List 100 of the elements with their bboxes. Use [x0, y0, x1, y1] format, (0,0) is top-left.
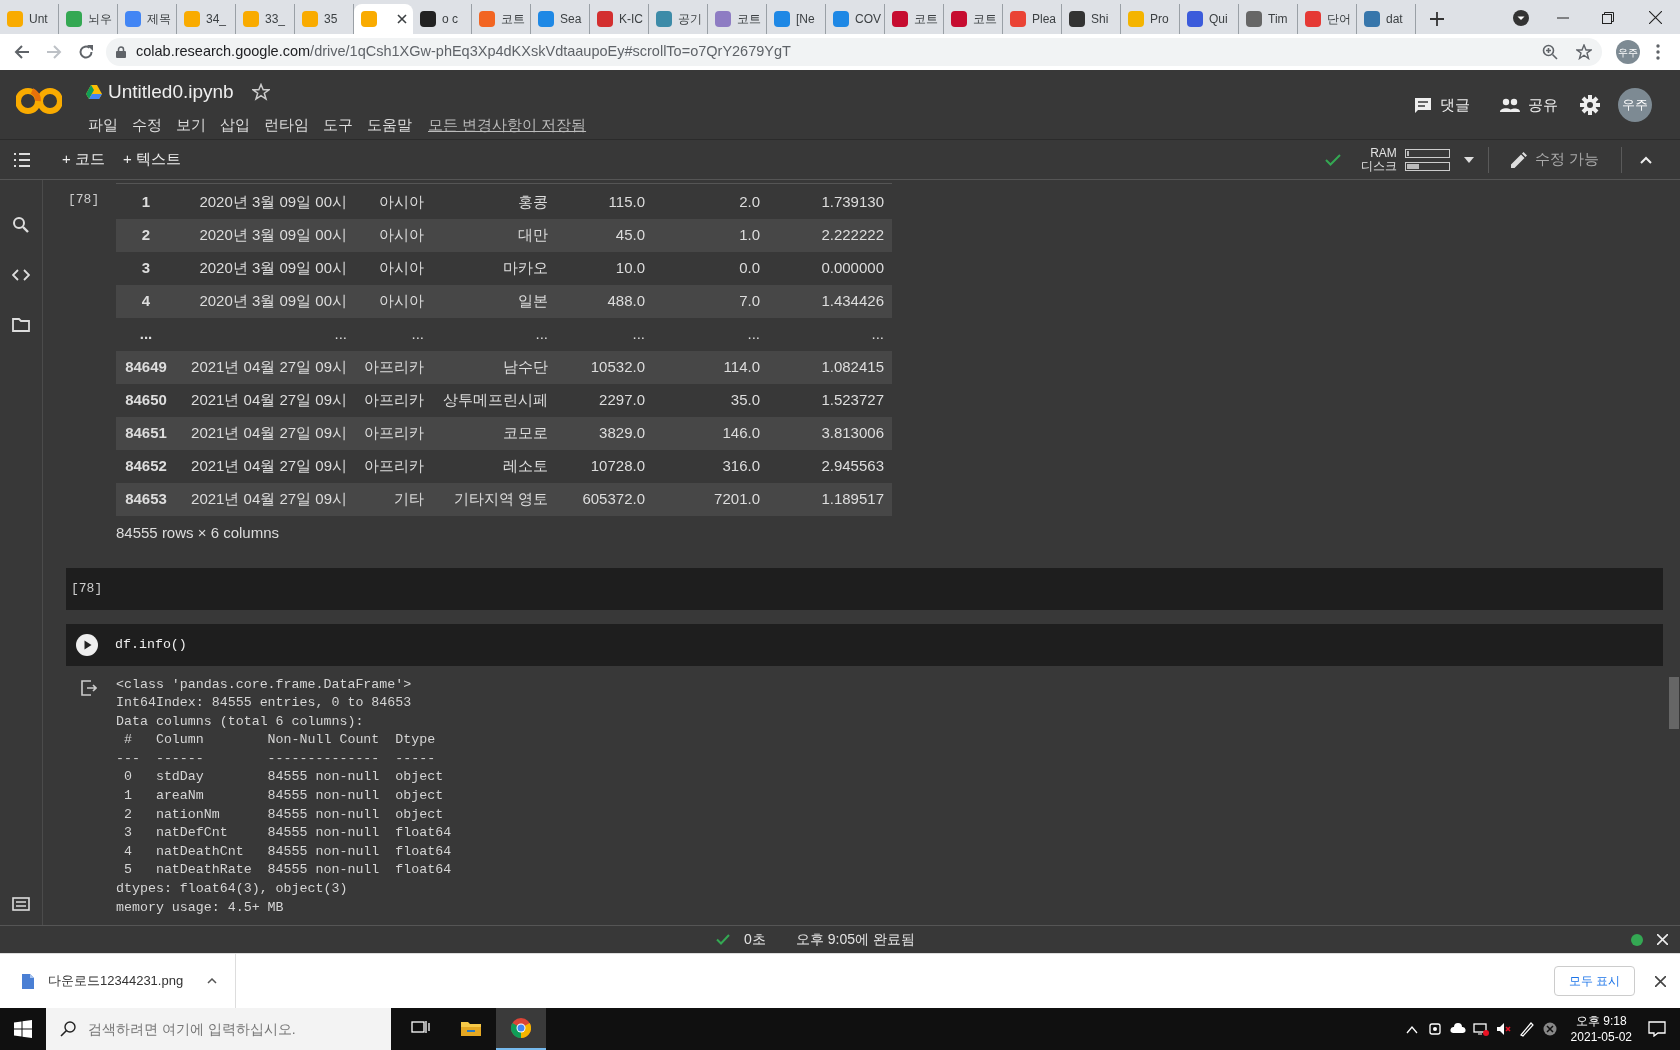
table-cell: 7201.0 — [653, 483, 768, 516]
show-all-button[interactable]: 모두 표시 — [1553, 966, 1635, 996]
row-index: 84652 — [116, 450, 176, 483]
menu-item[interactable]: 런타임 — [258, 113, 315, 139]
profile-avatar[interactable]: 우주 — [1616, 40, 1640, 64]
folder-icon[interactable] — [12, 316, 30, 334]
notebook-title[interactable]: Untitled0.ipynb — [108, 77, 234, 107]
caret-icon[interactable] — [1463, 156, 1474, 163]
table-cell: 0.0 — [653, 252, 768, 285]
menu-item[interactable]: 삽입 — [214, 113, 256, 139]
resource-label: 디스크 — [1360, 159, 1397, 173]
row-index: 84653 — [116, 483, 176, 516]
table-cell: ... — [355, 318, 432, 351]
save-status-link[interactable]: 모든 변경사항이 저장됨 — [422, 113, 593, 139]
menu-item[interactable]: 도구 — [317, 113, 359, 139]
edit-mode-button[interactable]: 수정 가능 — [1506, 146, 1603, 173]
user-avatar[interactable]: 우주 — [1618, 88, 1652, 122]
table-cell: 대만 — [432, 219, 556, 252]
table-cell: 2.945563 — [768, 450, 892, 483]
output-line: dtypes: float64(3), object(3) — [116, 880, 349, 899]
meeting-icon[interactable] — [1426, 1021, 1443, 1037]
table-cell: 아시아 — [355, 186, 432, 219]
address-bar[interactable]: colab.research.google.com/drive/1qCsh1XGw-phEq3Xp4dKXskVdtaaupoEy#scrollTo=o7QrY2679YgT — [106, 38, 1602, 66]
table-cell: ... — [768, 318, 892, 351]
table-cell: 레소토 — [432, 450, 556, 483]
table-cell: 1.739130 — [768, 186, 892, 219]
table-cell: 2020년 3월 09일 00시 — [176, 252, 355, 285]
output-line: 4 natDeathCnt 84555 non-null float64 — [122, 842, 452, 861]
table-cell: ... — [432, 318, 556, 351]
output-line: <class 'pandas.core.frame.DataFrame'> — [116, 675, 413, 694]
more-icon[interactable] — [1656, 44, 1660, 60]
insert-button[interactable]: + 코드 — [56, 146, 111, 173]
network-icon[interactable] — [1472, 1021, 1489, 1037]
settings-icon[interactable] — [1580, 95, 1600, 115]
table-cell: 0.000000 — [768, 252, 892, 285]
row-index: 2 — [116, 219, 176, 252]
table-cell: 1.082415 — [768, 351, 892, 384]
output-line: 2 nationNm 84555 non-null object — [122, 805, 445, 824]
table-cell: 2021년 04월 27일 09시 — [176, 351, 355, 384]
restore-icon[interactable] — [1602, 12, 1614, 24]
table-cell: 45.0 — [556, 219, 653, 252]
table-cell: 1.0 — [653, 219, 768, 252]
header-button[interactable]: 댓글 — [1406, 89, 1478, 121]
colab-logo[interactable] — [16, 85, 62, 117]
table-cell: 2297.0 — [556, 384, 653, 417]
clock[interactable]: 오후 9:18 2021-05-02 — [1570, 1013, 1632, 1045]
collapse-icon[interactable] — [1640, 155, 1652, 164]
code-line[interactable]: df.info() — [115, 634, 187, 655]
table-cell: 115.0 — [556, 186, 653, 219]
output-line: 5 natDeathRate 84555 non-null float64 — [122, 861, 452, 880]
zoom-icon[interactable] — [1542, 44, 1558, 60]
muted-speaker-icon[interactable] — [1495, 1021, 1512, 1037]
menu-item[interactable]: 도움말 — [361, 113, 418, 139]
menu-item[interactable]: 보기 — [170, 113, 212, 139]
run-duration: 0초 — [744, 930, 766, 949]
header-button[interactable]: 공유 — [1492, 89, 1566, 121]
menu-item[interactable]: 수정 — [126, 113, 168, 139]
search-field[interactable]: 검색하려면 여기에 입력하십시오. — [46, 1008, 391, 1050]
close-icon[interactable] — [1649, 11, 1662, 24]
terminal-icon[interactable] — [12, 897, 30, 911]
table-cell: ... — [556, 318, 653, 351]
close-icon[interactable] — [397, 14, 407, 24]
table-cell: 홍콩 — [432, 186, 556, 219]
url-text: colab.research.google.com/drive/1qCsh1XGw-phEq3Xp4dKXskVdtaaupoEy#scrollTo=o7QrY2679YgT — [136, 42, 791, 62]
drive-icon — [86, 85, 102, 99]
close-circle-icon[interactable] — [1541, 1021, 1558, 1037]
reload-icon[interactable] — [78, 44, 94, 60]
toc-icon[interactable] — [13, 150, 31, 169]
new-tab-icon[interactable] — [1430, 12, 1444, 26]
output-line: --- ------ -------------- ----- — [116, 749, 437, 768]
star-icon[interactable] — [1576, 44, 1592, 60]
pen-icon[interactable] — [1518, 1021, 1535, 1037]
table-cell: 3.813006 — [768, 417, 892, 450]
close-icon[interactable] — [1655, 975, 1666, 987]
output-line: Data columns (total 6 columns): — [116, 712, 365, 731]
insert-button[interactable]: + 텍스트 — [116, 146, 187, 173]
output-line: 1 areaNm 84555 non-null object — [122, 787, 445, 806]
back-icon[interactable] — [14, 44, 30, 60]
taskbar-button[interactable] — [496, 1008, 546, 1050]
table-cell: 상투메프린시페 — [432, 384, 556, 417]
table-cell: 488.0 — [556, 285, 653, 318]
table-cell: 코모로 — [432, 417, 556, 450]
caret-icon — [207, 978, 218, 984]
search-icon[interactable] — [12, 216, 30, 234]
output-line: # Column Non-Null Count Dtype — [122, 731, 437, 750]
scrollbar[interactable] — [1669, 677, 1679, 729]
table-cell: 마카오 — [432, 252, 556, 285]
output-line: 0 stdDay 84555 non-null object — [122, 768, 445, 787]
run-button[interactable] — [76, 633, 98, 656]
dropdown-icon[interactable] — [1513, 10, 1529, 26]
notification-icon[interactable] — [1648, 1021, 1666, 1037]
check-icon — [1324, 153, 1341, 166]
table-cell: ... — [176, 318, 355, 351]
menu-item[interactable]: 파일 — [82, 113, 124, 139]
chrome-icon — [511, 1018, 531, 1038]
table-cell: 1.523727 — [768, 384, 892, 417]
row-index: 4 — [116, 285, 176, 318]
row-index: 84651 — [116, 417, 176, 450]
table-cell: 기타지역 영토 — [432, 483, 556, 516]
start-icon[interactable] — [14, 1020, 32, 1038]
